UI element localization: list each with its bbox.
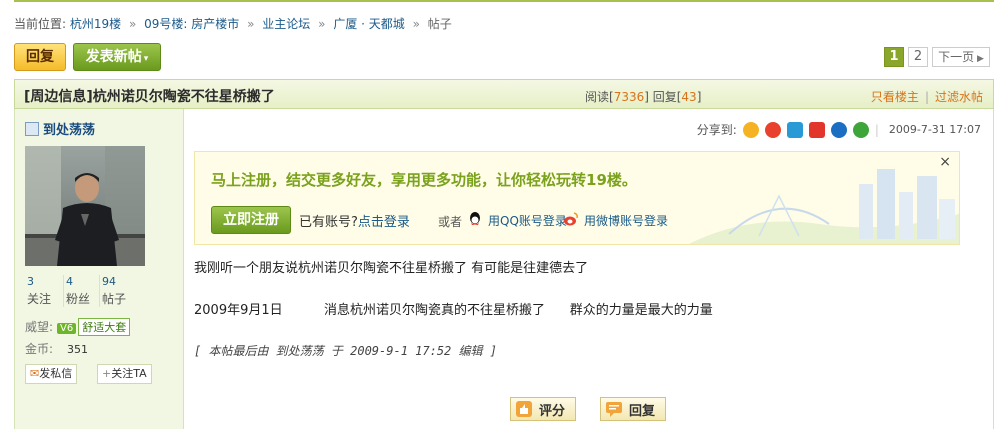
pagination: 1 2 下一页 ▶	[884, 47, 990, 67]
follow-stat[interactable]: 3 关注	[27, 275, 63, 307]
reply-button[interactable]: 回复	[14, 43, 66, 71]
breadcrumb-separator: »	[318, 17, 326, 31]
login-link[interactable]: 点击登录	[358, 215, 410, 230]
post-line-2: 2009年9月1日 消息杭州诺贝尔陶瓷真的不往星桥搬了 群众的力量是最大的力量	[194, 303, 713, 318]
rate-label: 评分	[539, 403, 566, 419]
read-label: 阅读[	[585, 90, 614, 104]
have-account-label: 已有账号?	[299, 215, 358, 230]
rank-badge: 舒适大套	[78, 318, 131, 336]
divider: |	[924, 90, 929, 104]
thumbs-up-icon	[515, 400, 533, 418]
only-op-link[interactable]: 只看楼主	[871, 90, 919, 104]
edit-note: [ 本帖最后由 到处荡荡 于 2009-9-1 17:52 编辑 ]	[194, 344, 497, 358]
register-button[interactable]: 立即注册	[211, 206, 291, 234]
user-icon	[25, 121, 39, 136]
breadcrumb-separator: »	[412, 17, 420, 31]
coins-label: 金币:	[25, 342, 54, 356]
avatar[interactable]	[25, 146, 145, 266]
or-label: 或者	[438, 215, 463, 229]
plus-icon: +	[102, 367, 112, 380]
author-stats: 3 关注 4 粉丝 94 帖子	[27, 275, 135, 307]
qzone-share-icon[interactable]	[742, 121, 759, 138]
fans-stat[interactable]: 4 粉丝	[63, 275, 99, 307]
login-prompt: 已有账号?点击登录	[299, 211, 410, 230]
follow-button[interactable]: +关注TA	[97, 364, 152, 384]
qq-icon	[467, 211, 485, 229]
thread-actions: 只看楼主 | 过滤水帖	[871, 88, 983, 105]
posts-label: 帖子	[102, 292, 127, 306]
fans-count: 4	[66, 275, 73, 288]
next-page-button[interactable]: 下一页 ▶	[932, 47, 990, 67]
send-message-label: 发私信	[39, 367, 73, 380]
author-sidebar: 到处荡荡 3 关注 4 粉丝 94 帖子 威望: V6 舒适大套 金币: 351…	[14, 109, 184, 429]
prestige-row: 威望: V6 舒适大套	[25, 318, 131, 336]
chevron-down-icon: ▾	[143, 54, 149, 64]
author-name-row[interactable]: 到处荡荡	[25, 119, 95, 138]
divider: |	[874, 122, 879, 137]
new-post-label: 发表新帖	[85, 49, 142, 65]
breadcrumb-link[interactable]: 业主论坛	[262, 17, 310, 31]
post-date: 2009-7-31 17:07	[888, 123, 981, 136]
post-reply-label: 回复	[629, 403, 656, 419]
breadcrumb-link[interactable]: 广厦 · 天都城	[333, 17, 404, 31]
city-skyline-illustration	[689, 169, 959, 244]
send-message-button[interactable]: ✉发私信	[25, 364, 78, 384]
douban-share-icon[interactable]	[852, 121, 869, 138]
follow-count: 3	[27, 275, 34, 288]
posts-count: 94	[102, 275, 116, 288]
new-post-button[interactable]: 发表新帖 ▾	[73, 43, 161, 71]
breadcrumb-separator: »	[128, 17, 137, 31]
follow-label: 关注	[27, 292, 52, 306]
page-1-button[interactable]: 1	[884, 47, 904, 67]
speech-bubble-icon	[605, 400, 623, 418]
close-bracket: ]	[696, 90, 702, 104]
vip-level-badge: V6	[57, 323, 77, 334]
next-page-label: 下一页	[938, 50, 975, 64]
weibo-icon	[563, 211, 581, 229]
prestige-label: 威望:	[25, 320, 54, 334]
weibo-login-link[interactable]: 用微博账号登录	[563, 211, 668, 229]
breadcrumb: 当前位置: 杭州19楼 » 09号楼: 房产楼市 » 业主论坛 » 广厦 · 天…	[14, 15, 452, 32]
weibo-share-icon[interactable]	[764, 121, 781, 138]
coins-row: 金币: 351	[25, 340, 88, 357]
breadcrumb-link[interactable]: 杭州19楼	[70, 17, 121, 31]
qq-login-link[interactable]: 用QQ账号登录	[467, 211, 567, 229]
register-banner: 马上注册，结交更多好友，享用更多功能，让你轻松玩转19楼。 × 立即注册 已有账…	[194, 151, 960, 245]
envelope-icon: ✉	[30, 367, 40, 380]
breadcrumb-link[interactable]: 09号楼: 房产楼市	[144, 17, 239, 31]
reply-count: 43	[681, 90, 697, 104]
thread-title-bar: [周边信息]杭州诺贝尔陶瓷不往星桥搬了 阅读[7336] 回复[43] 只看楼主…	[14, 79, 994, 109]
post-reply-button[interactable]: 回复	[600, 397, 666, 421]
filter-water-link[interactable]: 过滤水帖	[935, 90, 983, 104]
follow-button-label: 关注TA	[111, 367, 147, 380]
fans-label: 粉丝	[66, 292, 91, 306]
breadcrumb-separator: »	[247, 17, 255, 31]
rate-button[interactable]: 评分	[510, 397, 576, 421]
top-divider	[14, 0, 994, 2]
register-message: 马上注册，结交更多好友，享用更多功能，让你轻松玩转19楼。	[211, 171, 637, 189]
reply-label: ] 回复[	[644, 90, 682, 104]
tencent-weibo-share-icon[interactable]	[786, 121, 803, 138]
renren-share-icon[interactable]	[830, 121, 847, 138]
posts-stat[interactable]: 94 帖子	[99, 275, 135, 307]
page-2-button[interactable]: 2	[908, 47, 928, 67]
author-name[interactable]: 到处荡荡	[43, 119, 95, 138]
post-line-1: 我刚听一个朋友说杭州诺贝尔陶瓷不往星桥搬了 有可能是往建德去了	[194, 261, 589, 276]
post-content: 分享到: | 2009-7-31 17:07 马上注册，结交更多好友，享用更多功…	[184, 109, 994, 429]
arrow-right-icon: ▶	[974, 54, 984, 64]
breadcrumb-current: 帖子	[427, 17, 452, 31]
share-bar: 分享到: | 2009-7-31 17:07	[697, 121, 981, 138]
weibo-login-label: 用微博账号登录	[584, 213, 669, 228]
breadcrumb-prefix: 当前位置:	[14, 17, 67, 31]
read-count: 7336	[613, 90, 645, 104]
coins-value: 351	[67, 343, 89, 356]
avatar-image	[25, 146, 145, 266]
kaixin-share-icon[interactable]	[808, 121, 825, 138]
thread-title: [周边信息]杭州诺贝尔陶瓷不往星桥搬了	[24, 89, 275, 105]
share-label: 分享到:	[696, 123, 737, 137]
qq-login-label: 用QQ账号登录	[488, 213, 567, 228]
thread-stats: 阅读[7336] 回复[43]	[585, 88, 701, 105]
